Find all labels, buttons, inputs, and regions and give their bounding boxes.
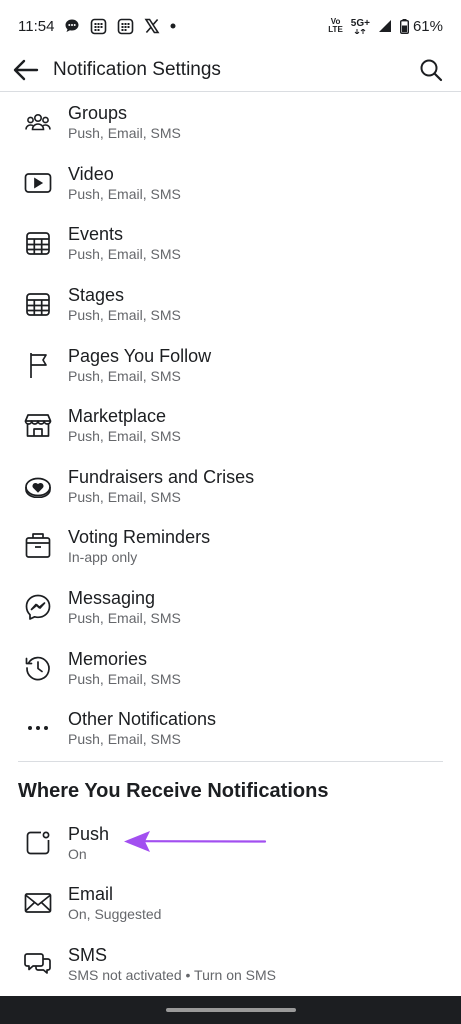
row-subtitle: Push, Email, SMS: [68, 367, 181, 384]
battery-icon: [399, 18, 409, 34]
row-subtitle: Push, Email, SMS: [68, 125, 181, 142]
row-title: Messaging: [68, 588, 156, 609]
row-title: Other Notifications: [68, 709, 217, 730]
setting-row-fundraisers[interactable]: Fundraisers and Crises Push, Email, SMS: [0, 456, 461, 517]
row-title: SMS: [68, 945, 108, 966]
ballot-box-icon: [22, 530, 54, 562]
row-subtitle: Push, Email, SMS: [68, 246, 181, 263]
fundraiser-icon: [22, 470, 54, 502]
row-title: Stages: [68, 285, 125, 306]
row-subtitle: Push, Email, SMS: [68, 428, 181, 445]
video-icon: [22, 167, 54, 199]
status-bar: 11:54 Vo LTE 5G+ 61%: [0, 0, 461, 52]
row-subtitle: Push, Email, SMS: [68, 670, 181, 687]
setting-row-messaging[interactable]: Messaging Push, Email, SMS: [0, 577, 461, 638]
network-5g-indicator: 5G+: [351, 18, 370, 34]
page-title: Notification Settings: [53, 58, 221, 80]
row-title: Fundraisers and Crises: [68, 466, 255, 487]
row-title: Video: [68, 163, 114, 184]
marketplace-icon: [22, 409, 54, 441]
setting-row-stages[interactable]: Stages Push, Email, SMS: [0, 274, 461, 335]
volte-indicator: Vo LTE: [328, 17, 343, 34]
row-subtitle: In-app only: [68, 549, 138, 566]
row-subtitle: On: [68, 845, 87, 862]
row-title: Groups: [68, 103, 128, 124]
x-logo-icon: [144, 18, 160, 34]
setting-row-other-notifications[interactable]: Other Notifications Push, Email, SMS: [0, 698, 461, 759]
search-button[interactable]: [407, 48, 455, 92]
row-title: Voting Reminders: [68, 527, 211, 548]
row-title: Marketplace: [68, 406, 167, 427]
channel-row-email[interactable]: Email On, Suggested: [0, 873, 461, 934]
system-navigation-bar: [0, 996, 461, 1024]
back-button[interactable]: [2, 48, 50, 92]
annotation-arrow-icon: [124, 831, 267, 852]
battery-percent: 61%: [412, 17, 443, 35]
messenger-icon: [22, 591, 54, 623]
row-subtitle: Push, Email, SMS: [68, 488, 181, 505]
setting-row-marketplace[interactable]: Marketplace Push, Email, SMS: [0, 395, 461, 456]
row-subtitle: Push, Email, SMS: [68, 307, 181, 324]
calendar-grid-icon: [90, 18, 107, 35]
stages-icon: [22, 288, 54, 320]
setting-row-voting-reminders[interactable]: Voting Reminders In-app only: [0, 516, 461, 577]
email-icon: [22, 887, 54, 919]
notification-settings-list: Groups Push, Email, SMS Video Push, Emai…: [0, 92, 461, 994]
row-subtitle: Push, Email, SMS: [68, 731, 181, 748]
row-title: Pages You Follow: [68, 345, 212, 366]
home-gesture-handle[interactable]: [165, 1008, 296, 1012]
row-subtitle: Push, Email, SMS: [68, 185, 181, 202]
row-subtitle: Push, Email, SMS: [68, 610, 181, 627]
row-title: Events: [68, 224, 124, 245]
setting-row-pages-you-follow[interactable]: Pages You Follow Push, Email, SMS: [0, 334, 461, 395]
app-bar: Notification Settings: [0, 48, 461, 92]
back-arrow-icon: [13, 59, 39, 80]
memories-icon: [22, 652, 54, 684]
push-icon: [22, 827, 54, 859]
setting-row-video[interactable]: Video Push, Email, SMS: [0, 153, 461, 214]
events-icon: [22, 227, 54, 259]
setting-row-groups[interactable]: Groups Push, Email, SMS: [0, 92, 461, 153]
more-dots-icon: [22, 712, 54, 744]
row-title: Memories: [68, 648, 148, 669]
channel-row-sms[interactable]: SMS SMS not activated • Turn on SMS: [0, 934, 461, 995]
groups-icon: [22, 106, 54, 138]
row-title: Push: [68, 823, 110, 844]
setting-row-events[interactable]: Events Push, Email, SMS: [0, 213, 461, 274]
status-time: 11:54: [18, 17, 55, 35]
chat-bubble-icon: [64, 18, 80, 34]
row-title: Email: [68, 884, 114, 905]
row-subtitle: On, Suggested: [68, 906, 162, 923]
setting-row-memories[interactable]: Memories Push, Email, SMS: [0, 637, 461, 698]
notification-dot-icon: [170, 23, 176, 29]
calendar-grid-icon: [117, 18, 134, 35]
section-heading: Where You Receive Notifications: [18, 779, 329, 802]
row-subtitle: SMS not activated • Turn on SMS: [68, 967, 276, 984]
signal-strength-icon: [378, 19, 392, 33]
sms-icon: [22, 948, 54, 980]
flag-icon: [22, 349, 54, 381]
search-icon: [420, 59, 443, 81]
